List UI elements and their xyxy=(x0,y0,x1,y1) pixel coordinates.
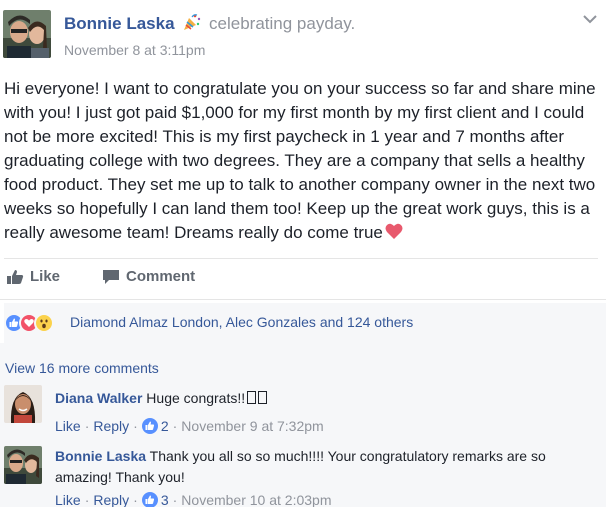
post-timestamp[interactable]: November 8 at 3:11pm xyxy=(64,42,205,58)
commenter-name[interactable]: Bonnie Laska xyxy=(55,448,146,464)
comment-reply-link[interactable]: Reply xyxy=(93,418,129,434)
missing-glyph-icon xyxy=(258,391,268,404)
commenter-avatar[interactable] xyxy=(4,385,42,423)
like-badge-icon xyxy=(141,418,158,434)
thumbs-up-icon xyxy=(6,269,24,285)
comment-body: Bonnie Laska Thank you all so so much!!!… xyxy=(55,446,600,488)
activity-text: celebrating payday. xyxy=(209,14,356,33)
comment-time[interactable]: November 9 at 7:32pm xyxy=(181,418,323,434)
like-button[interactable]: Like xyxy=(6,268,60,285)
chevron-down-icon[interactable] xyxy=(580,12,600,26)
comment-body: Diana Walker Huge congrats!! xyxy=(55,388,595,409)
comment-meta: Like · Reply · 3 · November 10 at 2:03pm xyxy=(55,492,332,507)
reactors-link[interactable]: Diamond Almaz London, Alec Gonzales and … xyxy=(70,314,413,330)
post-header-line: Bonnie Laska celebrating payday. xyxy=(64,13,355,34)
comment-time[interactable]: November 10 at 2:03pm xyxy=(181,492,331,507)
author-avatar[interactable] xyxy=(3,10,51,58)
post-text: Hi everyone! I want to congratulate you … xyxy=(4,79,596,242)
comment-like-count[interactable]: 3 xyxy=(161,492,169,507)
comment-icon xyxy=(102,269,120,285)
comment-text: Huge congrats!! xyxy=(146,390,246,406)
comment-like-link[interactable]: Like xyxy=(55,418,81,434)
heart-emoji xyxy=(385,223,403,240)
post-card: Bonnie Laska celebrating payday. Novembe… xyxy=(0,0,606,507)
comment-meta: Like · Reply · 2 · November 9 at 7:32pm xyxy=(55,418,324,434)
divider xyxy=(0,299,606,300)
comment-label: Comment xyxy=(126,268,196,285)
view-more-comments-link[interactable]: View 16 more comments xyxy=(5,360,159,376)
like-label: Like xyxy=(30,268,61,285)
comment-like-link[interactable]: Like xyxy=(55,492,81,507)
author-name[interactable]: Bonnie Laska xyxy=(64,14,175,33)
like-badge-icon xyxy=(141,492,158,507)
missing-glyph-icon xyxy=(247,391,257,404)
commenter-avatar[interactable] xyxy=(4,446,42,484)
divider xyxy=(4,258,598,259)
post-body-text: Hi everyone! I want to congratulate you … xyxy=(4,77,604,245)
wow-reaction-icon xyxy=(34,313,54,333)
comment-reply-link[interactable]: Reply xyxy=(93,492,129,507)
comment-like-count[interactable]: 2 xyxy=(161,418,169,434)
commenter-name[interactable]: Diana Walker xyxy=(55,390,142,406)
reaction-icons[interactable] xyxy=(4,313,64,333)
party-popper-icon xyxy=(182,13,202,31)
comment-button[interactable]: Comment xyxy=(102,268,195,285)
